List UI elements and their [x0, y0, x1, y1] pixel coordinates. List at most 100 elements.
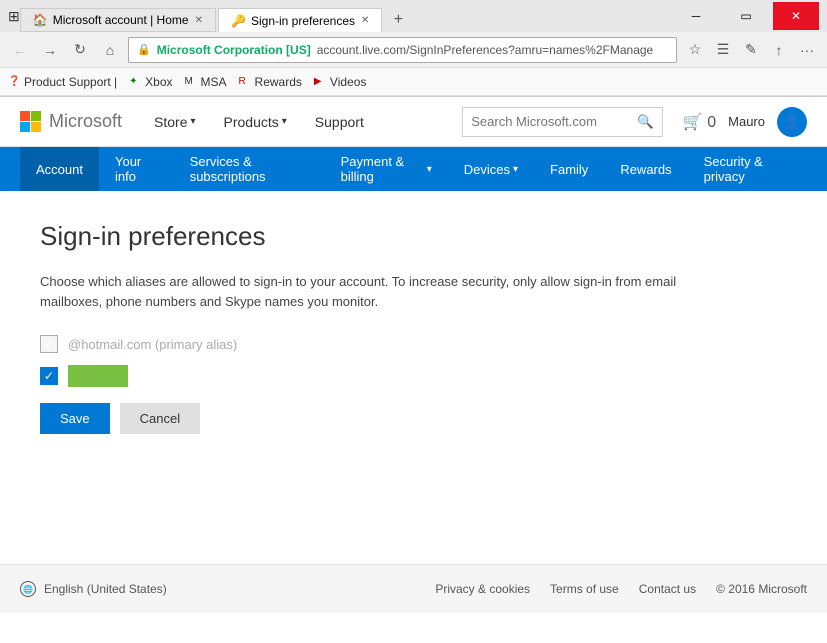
bookmark-favicon-videos: ▶	[314, 76, 326, 88]
tab-label-signin: Sign-in preferences	[251, 14, 355, 28]
bookmark-videos[interactable]: ▶ Videos	[314, 75, 366, 89]
avatar-icon: 👤	[783, 113, 800, 130]
notes-icon[interactable]: ✎	[739, 38, 763, 62]
page-content: Sign-in preferences Choose which aliases…	[0, 191, 820, 464]
nav-item-your-info[interactable]: Your info	[99, 147, 174, 191]
account-nav: Account Your info Services & subscriptio…	[0, 147, 827, 191]
hub-icon[interactable]: ☰	[711, 38, 735, 62]
url-text: account.live.com/SignInPreferences?amru=…	[317, 43, 654, 57]
alias-row-primary: ✓ @hotmail.com (primary alias)	[40, 335, 780, 353]
checkbox-check-primary: ✓	[44, 337, 54, 351]
search-input[interactable]	[471, 114, 631, 129]
bookmark-rewards[interactable]: R Rewards	[239, 75, 302, 89]
nav-item-store[interactable]: Store ▾	[142, 97, 208, 147]
cart-icon[interactable]: 🛒 0	[683, 112, 716, 132]
bookmark-favicon-xbox: ✦	[129, 76, 141, 88]
ms-main-nav: Store ▾ Products ▾ Support	[142, 97, 442, 147]
bookmark-xbox[interactable]: ✦ Xbox	[129, 75, 172, 89]
browser-tab-home[interactable]: 🏠 Microsoft account | Home ✕	[20, 8, 216, 32]
bookmarks-bar: ❓ Product Support | ✦ Xbox M MSA R Rewar…	[0, 68, 827, 96]
tab-favicon-home: 🏠	[33, 13, 47, 27]
bookmark-favicon-support: ❓	[8, 76, 20, 88]
alias-label-primary: @hotmail.com (primary alias)	[68, 337, 237, 352]
forward-button[interactable]: →	[38, 38, 62, 62]
globe-icon: 🌐	[20, 581, 36, 597]
close-button[interactable]: ✕	[773, 2, 819, 30]
user-avatar[interactable]: 👤	[777, 107, 807, 137]
bookmark-msa[interactable]: M MSA	[185, 75, 227, 89]
footer-language: English (United States)	[44, 582, 167, 596]
favorites-icon[interactable]: ☆	[683, 38, 707, 62]
footer-left: 🌐 English (United States)	[20, 581, 167, 597]
browser-nav-bar: ← → ↻ ⌂ 🔒 Microsoft Corporation [US] acc…	[0, 32, 827, 68]
products-chevron: ▾	[282, 116, 287, 127]
bookmark-label-msa: MSA	[201, 75, 227, 89]
lock-icon: 🔒	[137, 43, 151, 56]
nav-item-devices[interactable]: Devices ▾	[448, 147, 534, 191]
footer-contact-link[interactable]: Contact us	[639, 582, 696, 596]
logo-sq-red	[20, 111, 30, 121]
nav-item-family[interactable]: Family	[534, 147, 604, 191]
cancel-button[interactable]: Cancel	[120, 403, 200, 434]
devices-chevron: ▾	[513, 164, 518, 175]
nav-item-services-subscriptions[interactable]: Services & subscriptions	[174, 147, 325, 191]
store-chevron: ▾	[190, 116, 195, 127]
browser-chrome: ⊞ 🏠 Microsoft account | Home ✕ 🔑 Sign-in…	[0, 0, 827, 97]
logo-sq-green	[31, 111, 41, 121]
footer: 🌐 English (United States) Privacy & cook…	[0, 564, 827, 613]
bookmark-label-videos: Videos	[330, 75, 366, 89]
minimize-button[interactable]: ─	[673, 2, 719, 30]
alias-checkbox-primary[interactable]: ✓	[40, 335, 58, 353]
nav-item-security-privacy[interactable]: Security & privacy	[688, 147, 807, 191]
page-title: Sign-in preferences	[40, 221, 780, 252]
alias-green-block	[68, 365, 128, 387]
alias-checkbox-secondary[interactable]: ✓	[40, 367, 58, 385]
tab-close-signin[interactable]: ✕	[361, 15, 369, 26]
title-bar: ⊞ 🏠 Microsoft account | Home ✕ 🔑 Sign-in…	[0, 0, 827, 32]
checkbox-check-secondary: ✓	[44, 369, 54, 383]
save-button[interactable]: Save	[40, 403, 110, 434]
nav-item-support[interactable]: Support	[303, 97, 376, 147]
ms-logo-squares	[20, 111, 41, 132]
ms-search-bar[interactable]: 🔍	[462, 107, 663, 137]
bookmark-favicon-rewards: R	[239, 76, 251, 88]
nav-item-rewards[interactable]: Rewards	[604, 147, 687, 191]
ms-logo-text: Microsoft	[49, 111, 122, 132]
payment-chevron: ▾	[427, 164, 432, 175]
search-button[interactable]: 🔍	[637, 114, 654, 130]
ms-logo[interactable]: Microsoft	[20, 111, 122, 132]
refresh-button[interactable]: ↻	[68, 38, 92, 62]
nav-actions: ☆ ☰ ✎ ↑ ···	[683, 38, 819, 62]
btn-row: Save Cancel	[40, 403, 780, 434]
tab-close-home[interactable]: ✕	[195, 15, 203, 26]
user-name: Mauro	[728, 114, 765, 129]
more-icon[interactable]: ···	[795, 38, 819, 62]
footer-privacy-link[interactable]: Privacy & cookies	[435, 582, 530, 596]
bookmark-label-support: Product Support |	[24, 75, 117, 89]
alias-row-secondary: ✓	[40, 365, 780, 387]
tab-label-home: Microsoft account | Home	[53, 13, 189, 27]
new-tab-button[interactable]: +	[384, 8, 412, 32]
footer-right: Privacy & cookies Terms of use Contact u…	[435, 582, 807, 596]
bookmark-favicon-msa: M	[185, 76, 197, 88]
bookmark-product-support[interactable]: ❓ Product Support |	[8, 75, 117, 89]
tab-favicon-signin: 🔑	[231, 14, 245, 28]
restore-button[interactable]: ▭	[723, 2, 769, 30]
browser-tab-signin[interactable]: 🔑 Sign-in preferences ✕	[218, 8, 382, 32]
bookmark-label-rewards: Rewards	[255, 75, 302, 89]
nav-item-products[interactable]: Products ▾	[212, 97, 299, 147]
address-bar[interactable]: 🔒 Microsoft Corporation [US] account.liv…	[128, 37, 677, 63]
page-description: Choose which aliases are allowed to sign…	[40, 272, 720, 311]
bookmark-label-xbox: Xbox	[145, 75, 172, 89]
logo-sq-yellow	[31, 122, 41, 132]
footer-terms-link[interactable]: Terms of use	[550, 582, 619, 596]
share-icon[interactable]: ↑	[767, 38, 791, 62]
home-button[interactable]: ⌂	[98, 38, 122, 62]
logo-sq-blue	[20, 122, 30, 132]
footer-copyright: © 2016 Microsoft	[716, 582, 807, 596]
back-button[interactable]: ←	[8, 38, 32, 62]
ms-header-actions: 🛒 0 Mauro 👤	[683, 107, 807, 137]
nav-item-payment-billing[interactable]: Payment & billing ▾	[325, 147, 448, 191]
ms-header: Microsoft Store ▾ Products ▾ Support 🔍 🛒…	[0, 97, 827, 147]
nav-item-account[interactable]: Account	[20, 147, 99, 191]
